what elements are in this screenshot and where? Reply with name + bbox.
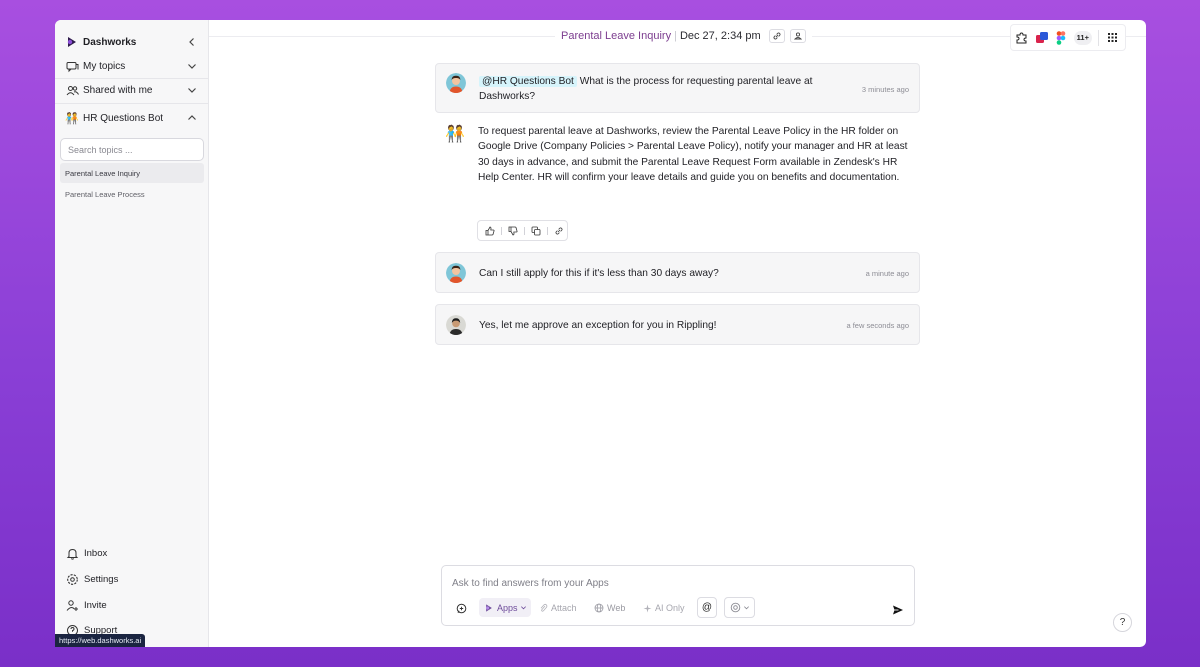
sources-button[interactable]: [724, 597, 755, 618]
workspace-header[interactable]: Dashworks: [55, 30, 209, 54]
bot-answer: To request parental leave at Dashworks, …: [478, 126, 908, 183]
help-button[interactable]: ?: [1113, 613, 1132, 632]
message-time: 3 minutes ago: [861, 85, 909, 94]
people-holding-hands-icon: 🧑‍🤝‍🧑: [65, 112, 79, 125]
user-avatar: [446, 263, 466, 283]
dashworks-logo-icon: [486, 603, 492, 612]
ai-only-label: AI Only: [655, 603, 685, 613]
sidebar-item-hr-bot[interactable]: 🧑‍🤝‍🧑 HR Questions Bot: [55, 106, 209, 130]
sidebar-item-inbox[interactable]: Inbox: [55, 542, 209, 564]
connected-apps[interactable]: 11+: [1010, 24, 1126, 51]
topic-item[interactable]: Parental Leave Inquiry: [60, 163, 204, 183]
app-window: Dashworks My topics Shared with me: [55, 20, 1146, 647]
web-label: Web: [607, 603, 626, 613]
sources-icon: [730, 602, 740, 613]
topic-title[interactable]: Parental Leave Inquiry: [561, 30, 671, 42]
more-apps-badge[interactable]: 11+: [1074, 30, 1092, 45]
message-composer: Apps Attach Web AI Only @: [441, 565, 915, 626]
status-url: https://web.dashworks.ai: [55, 634, 146, 647]
copy-icon[interactable]: [530, 225, 542, 237]
message-text: Can I still apply for this if it's less …: [479, 268, 719, 279]
bot-mention[interactable]: @HR Questions Bot: [479, 76, 577, 87]
sidebar: Dashworks My topics Shared with me: [55, 20, 209, 647]
mention-button[interactable]: @: [697, 597, 717, 618]
attach-button[interactable]: Attach: [539, 598, 577, 618]
new-chat-icon[interactable]: [456, 598, 467, 618]
dashworks-logo-icon: [65, 35, 79, 49]
my-topics-label: My topics: [83, 60, 126, 72]
ai-only-toggle[interactable]: AI Only: [643, 598, 685, 618]
paperclip-icon: [540, 603, 548, 612]
search-topics-input[interactable]: [60, 138, 204, 161]
actions-divider: [524, 226, 525, 235]
thumbs-up-icon[interactable]: [484, 225, 496, 237]
sidebar-item-settings[interactable]: Settings: [55, 568, 209, 590]
people-icon: [65, 83, 79, 97]
copy-link-button[interactable]: [768, 29, 785, 43]
sparkle-icon: [643, 604, 652, 612]
figma-icon[interactable]: [1055, 30, 1069, 45]
collapse-sidebar-icon[interactable]: [186, 36, 198, 48]
gear-icon: [65, 572, 79, 586]
workspace-name: Dashworks: [83, 36, 137, 48]
share-button[interactable]: [789, 29, 806, 43]
bell-icon: [65, 546, 79, 560]
message-text: Yes, let me approve an exception for you…: [479, 320, 717, 331]
chevron-down-icon[interactable]: [186, 60, 198, 72]
link-icon: [773, 32, 781, 40]
apps-label: Apps: [497, 602, 518, 613]
shared-label: Shared with me: [83, 84, 153, 96]
invite-label: Invite: [84, 599, 107, 611]
title-separator: |: [674, 30, 677, 42]
grid-menu-icon[interactable]: [1105, 31, 1119, 45]
send-button[interactable]: [892, 600, 904, 620]
globe-icon: [594, 603, 604, 613]
bot-avatar-icon: 🧑‍🤝‍🧑: [445, 126, 465, 143]
send-icon: [893, 605, 903, 615]
message-time: a few seconds ago: [846, 321, 909, 330]
apps-selector[interactable]: Apps: [479, 598, 531, 617]
agent-avatar: [446, 315, 466, 335]
actions-divider: [501, 226, 502, 235]
web-toggle[interactable]: Web: [594, 598, 625, 618]
user-message: Can I still apply for this if it's less …: [435, 252, 920, 293]
add-user-icon: [65, 598, 79, 612]
ask-input[interactable]: [452, 574, 872, 592]
chat-bubbles-icon: [65, 59, 79, 73]
sidebar-item-invite[interactable]: Invite: [55, 594, 209, 616]
link-icon[interactable]: [553, 225, 565, 237]
sidebar-item-shared[interactable]: Shared with me: [55, 78, 209, 102]
actions-divider: [547, 226, 548, 235]
user-share-icon: [793, 32, 802, 40]
user-message: @HR Questions Bot What is the process fo…: [435, 63, 920, 113]
message-time: a minute ago: [865, 269, 909, 278]
app-logo-icon[interactable]: [1035, 31, 1049, 45]
inbox-label: Inbox: [84, 547, 108, 559]
chevron-down-icon: [743, 606, 749, 610]
topic-date: Dec 27, 2:34 pm: [679, 30, 761, 42]
agent-message: Yes, let me approve an exception for you…: [435, 304, 920, 345]
sidebar-item-my-topics[interactable]: My topics: [55, 54, 209, 78]
chevron-down-icon: [520, 606, 526, 610]
answer-actions: [477, 220, 568, 241]
apps-divider: [1097, 29, 1099, 46]
conversation-header: Parental Leave Inquiry | Dec 27, 2:34 pm: [555, 25, 812, 47]
sidebar-divider: [55, 103, 209, 104]
thumbs-down-icon[interactable]: [507, 225, 519, 237]
topic-item[interactable]: Parental Leave Process: [60, 184, 204, 204]
bot-label: HR Questions Bot: [83, 112, 164, 124]
message-text: @HR Questions Bot What is the process fo…: [479, 74, 829, 104]
puzzle-piece-icon[interactable]: [1015, 31, 1029, 45]
attach-label: Attach: [551, 603, 577, 613]
settings-label: Settings: [84, 573, 119, 585]
chevron-up-icon[interactable]: [186, 112, 198, 124]
chevron-down-icon[interactable]: [186, 84, 198, 96]
user-avatar: [446, 73, 466, 93]
